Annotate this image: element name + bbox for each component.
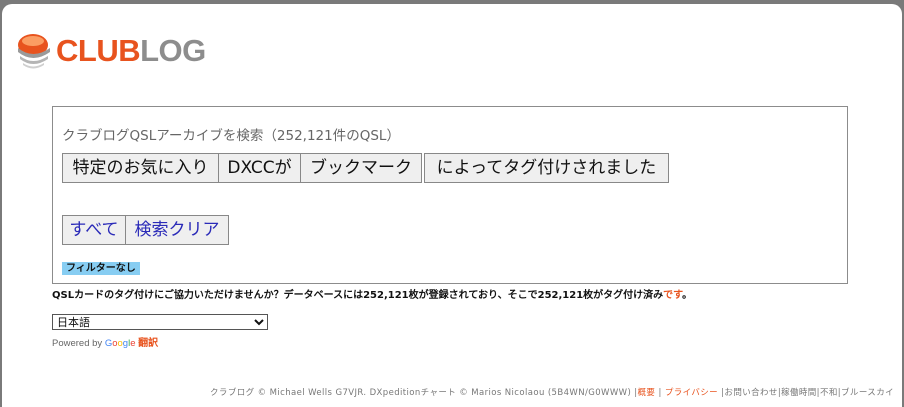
powered-by-google-translate: Powered by Google 翻訳 — [52, 334, 158, 349]
bookmark-button[interactable]: ブックマーク — [300, 153, 422, 183]
dxcc-button[interactable]: DXCCが — [218, 153, 301, 183]
clublog-logo[interactable]: CLUBLOG — [16, 30, 216, 76]
footer: クラブログ © Michael Wells G7VJR. DXpeditionチ… — [210, 386, 894, 398]
brand-part2: LOG — [140, 33, 206, 68]
translate-link[interactable]: 翻訳 — [138, 338, 158, 349]
help-text-end: 。 — [682, 290, 693, 301]
powered-by-label: Powered by — [52, 338, 105, 349]
search-title: クラブログQSLアーカイブを検索（252,121件のQSL） — [62, 128, 400, 144]
filter-status-badge: フィルターなし — [62, 262, 140, 275]
clublog-wordmark: CLUBLOG — [56, 34, 206, 68]
tagged-by-button[interactable]: によってタグ付けされました — [424, 153, 669, 183]
qsl-search-panel: クラブログQSLアーカイブを検索（252,121件のQSL） 特定のお気に入り … — [52, 106, 848, 284]
page: CLUBLOG クラブログQSLアーカイブを検索（252,121件のQSL） 特… — [2, 4, 902, 407]
google-logo: Google — [104, 338, 136, 349]
favorites-button[interactable]: 特定のお気に入り — [62, 153, 219, 183]
all-button[interactable]: すべて — [62, 215, 126, 245]
clublog-globe-icon — [18, 34, 50, 69]
help-text-main: QSLカードのタグ付けにご協力いただけませんか？データベースには252,121枚… — [52, 290, 664, 301]
clear-search-button[interactable]: 検索クリア — [125, 215, 229, 245]
footer-link-privacy[interactable]: プライバシー — [665, 388, 718, 398]
footer-credits: クラブログ © Michael Wells G7VJR. DXpeditionチ… — [210, 388, 638, 398]
footer-links-rest[interactable]: お問い合わせ|稼働時間|不和|ブルースカイ — [724, 388, 894, 398]
tagging-help-text: QSLカードのタグ付けにご協力いただけませんか？データベースには252,121枚… — [52, 286, 692, 301]
language-select[interactable]: 日本語 — [52, 314, 268, 330]
help-link[interactable]: です — [663, 290, 682, 301]
brand-part1: CLUB — [56, 33, 141, 68]
footer-separator: | — [655, 388, 665, 398]
footer-link-about[interactable]: 概要 — [638, 388, 656, 398]
